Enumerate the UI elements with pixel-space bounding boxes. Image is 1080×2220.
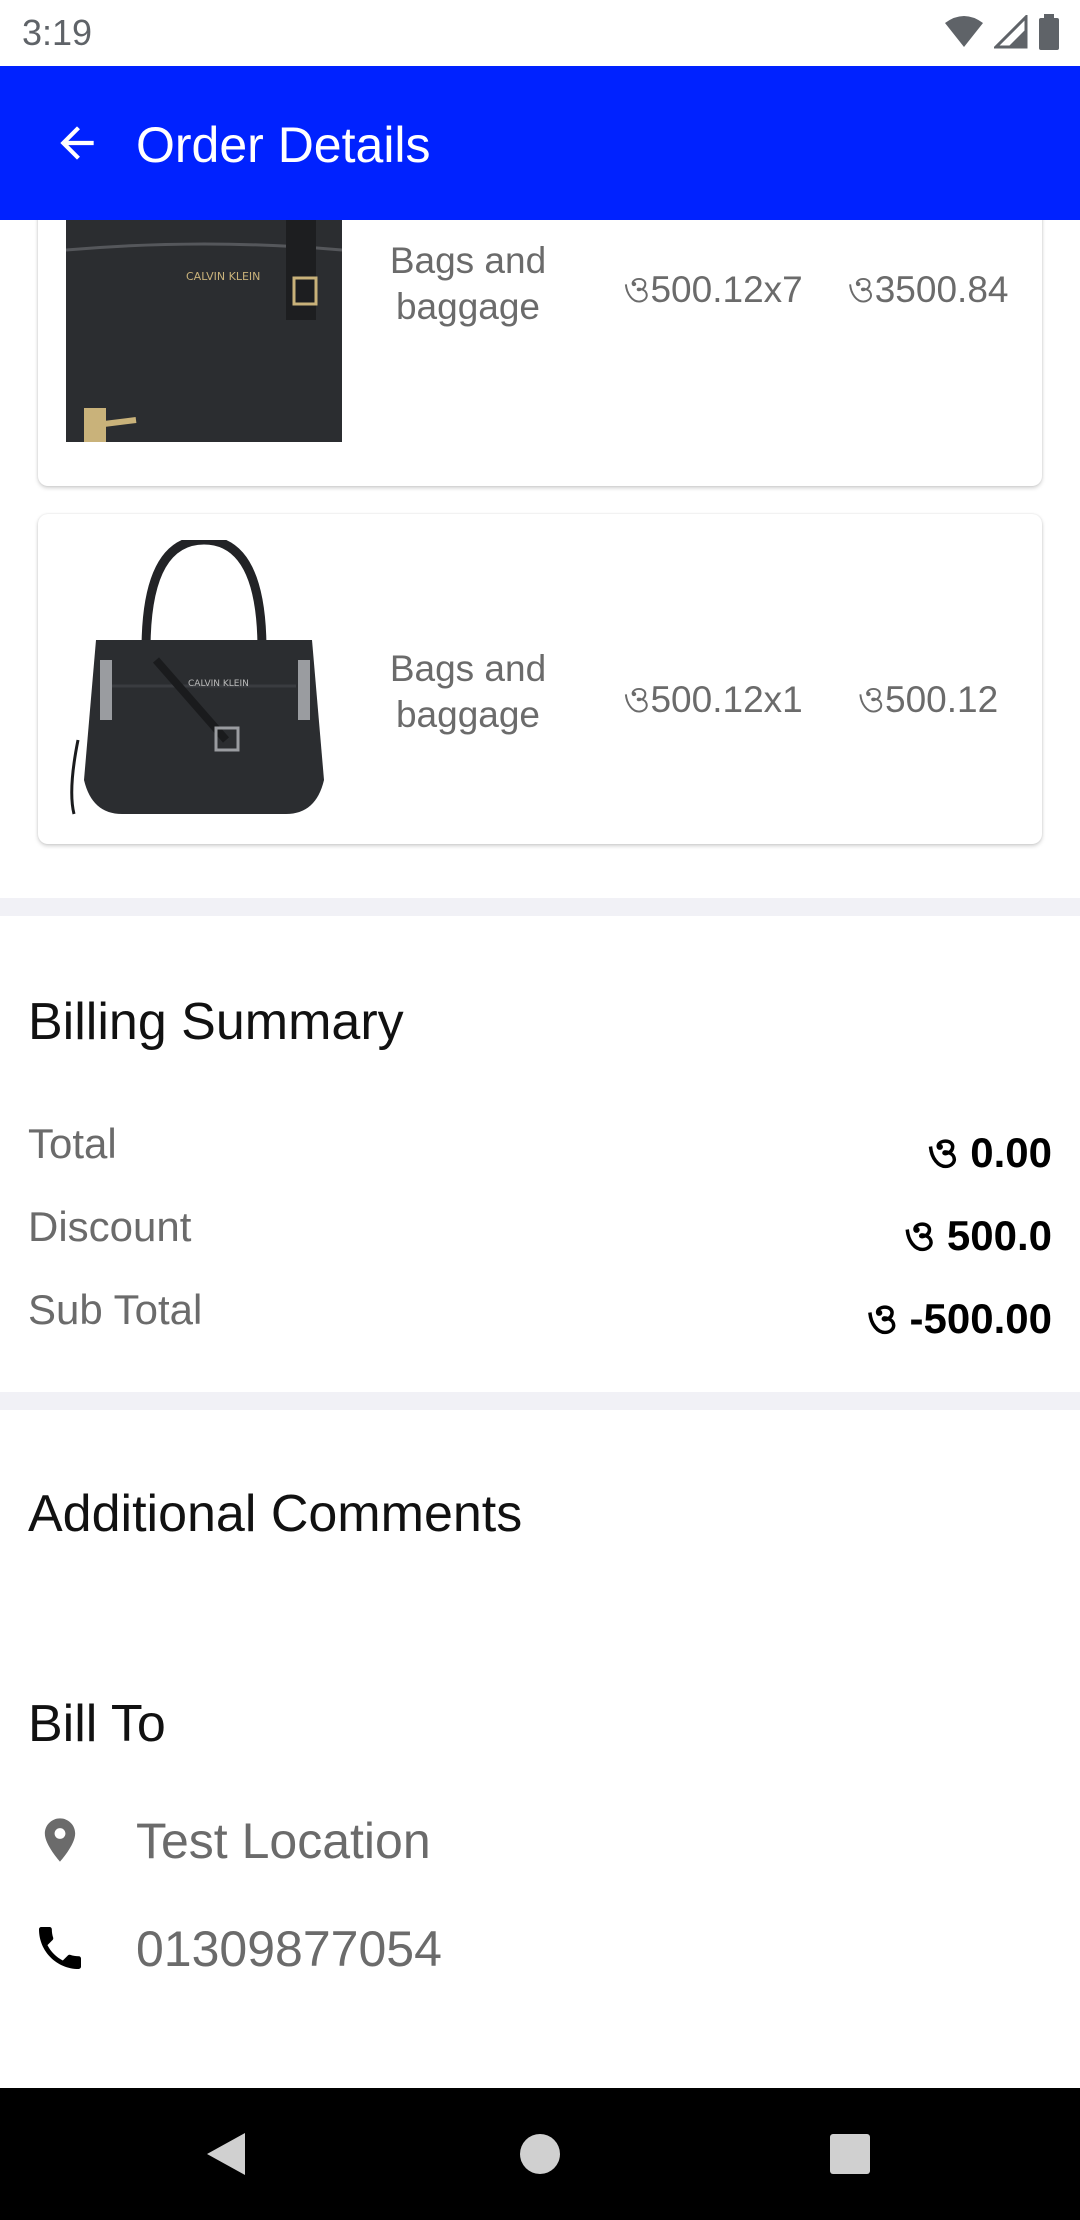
location-pin-icon xyxy=(28,1808,92,1872)
billing-value: ও 500.0 xyxy=(904,1212,1052,1259)
item-unit-price-qty: ও500.12x1 xyxy=(623,679,803,720)
nav-home-icon xyxy=(520,2134,560,2174)
svg-text:CALVIN KLEIN: CALVIN KLEIN xyxy=(188,679,249,689)
billing-label: Sub Total xyxy=(28,1286,203,1333)
section-divider xyxy=(0,898,1080,916)
nav-back-button[interactable] xyxy=(190,2118,262,2190)
item-name: Bags and baggage xyxy=(389,240,547,327)
billing-row-discount: Discount ও 500.0 xyxy=(28,1203,1052,1263)
wifi-icon xyxy=(945,16,983,47)
billing-value: ও 0.00 xyxy=(927,1129,1052,1176)
billing-summary-title: Billing Summary xyxy=(28,993,404,1051)
billing-label: Discount xyxy=(28,1203,192,1250)
page-title: Order Details xyxy=(136,117,431,173)
signal-icon xyxy=(994,15,1028,49)
billing-value: ও -500.00 xyxy=(866,1295,1052,1342)
phone-number-text: 01309877054 xyxy=(136,1921,442,1977)
bill-to-phone: 01309877054 xyxy=(28,1912,1028,1982)
bill-to-location: Test Location xyxy=(28,1804,1028,1874)
location-text: Test Location xyxy=(136,1813,431,1869)
arrow-back-icon xyxy=(60,126,94,160)
product-image: CALVIN KLEIN xyxy=(66,220,342,446)
section-divider xyxy=(0,1392,1080,1410)
nav-back-icon xyxy=(207,2133,245,2175)
billing-row-total: Total ও 0.00 xyxy=(28,1120,1052,1180)
product-image: CALVIN KLEIN xyxy=(66,540,342,816)
system-nav-bar xyxy=(0,2088,1080,2220)
order-item-card: CALVIN KLEIN Bags and baggage ও500.12x7 … xyxy=(38,220,1042,486)
item-name: Bags and baggage xyxy=(389,648,547,735)
status-time: 3:19 xyxy=(22,12,93,53)
billing-label: Total xyxy=(28,1120,117,1167)
status-icons xyxy=(944,14,1060,50)
phone-icon xyxy=(28,1916,92,1980)
billing-row-subtotal: Sub Total ও -500.00 xyxy=(28,1286,1052,1346)
back-button[interactable] xyxy=(44,110,110,176)
svg-text:CALVIN KLEIN: CALVIN KLEIN xyxy=(186,270,260,283)
item-total-price: ও500.12 xyxy=(857,679,999,720)
nav-recents-button[interactable] xyxy=(814,2118,886,2190)
order-details-content[interactable]: CALVIN KLEIN Bags and baggage ও500.12x7 … xyxy=(0,220,1080,2088)
bill-to-title: Bill To xyxy=(28,1695,166,1753)
additional-comments-title: Additional Comments xyxy=(28,1485,523,1543)
item-unit-price-qty: ও500.12x7 xyxy=(623,269,803,310)
nav-home-button[interactable] xyxy=(504,2118,576,2190)
app-bar: Order Details xyxy=(0,66,1080,220)
battery-icon xyxy=(1039,14,1059,50)
nav-recents-icon xyxy=(830,2134,870,2174)
item-total-price: ও3500.84 xyxy=(847,269,1009,310)
order-item-card: CALVIN KLEIN Bags and baggage ও500.12x1 … xyxy=(38,514,1042,844)
status-bar: 3:19 xyxy=(0,0,1080,66)
